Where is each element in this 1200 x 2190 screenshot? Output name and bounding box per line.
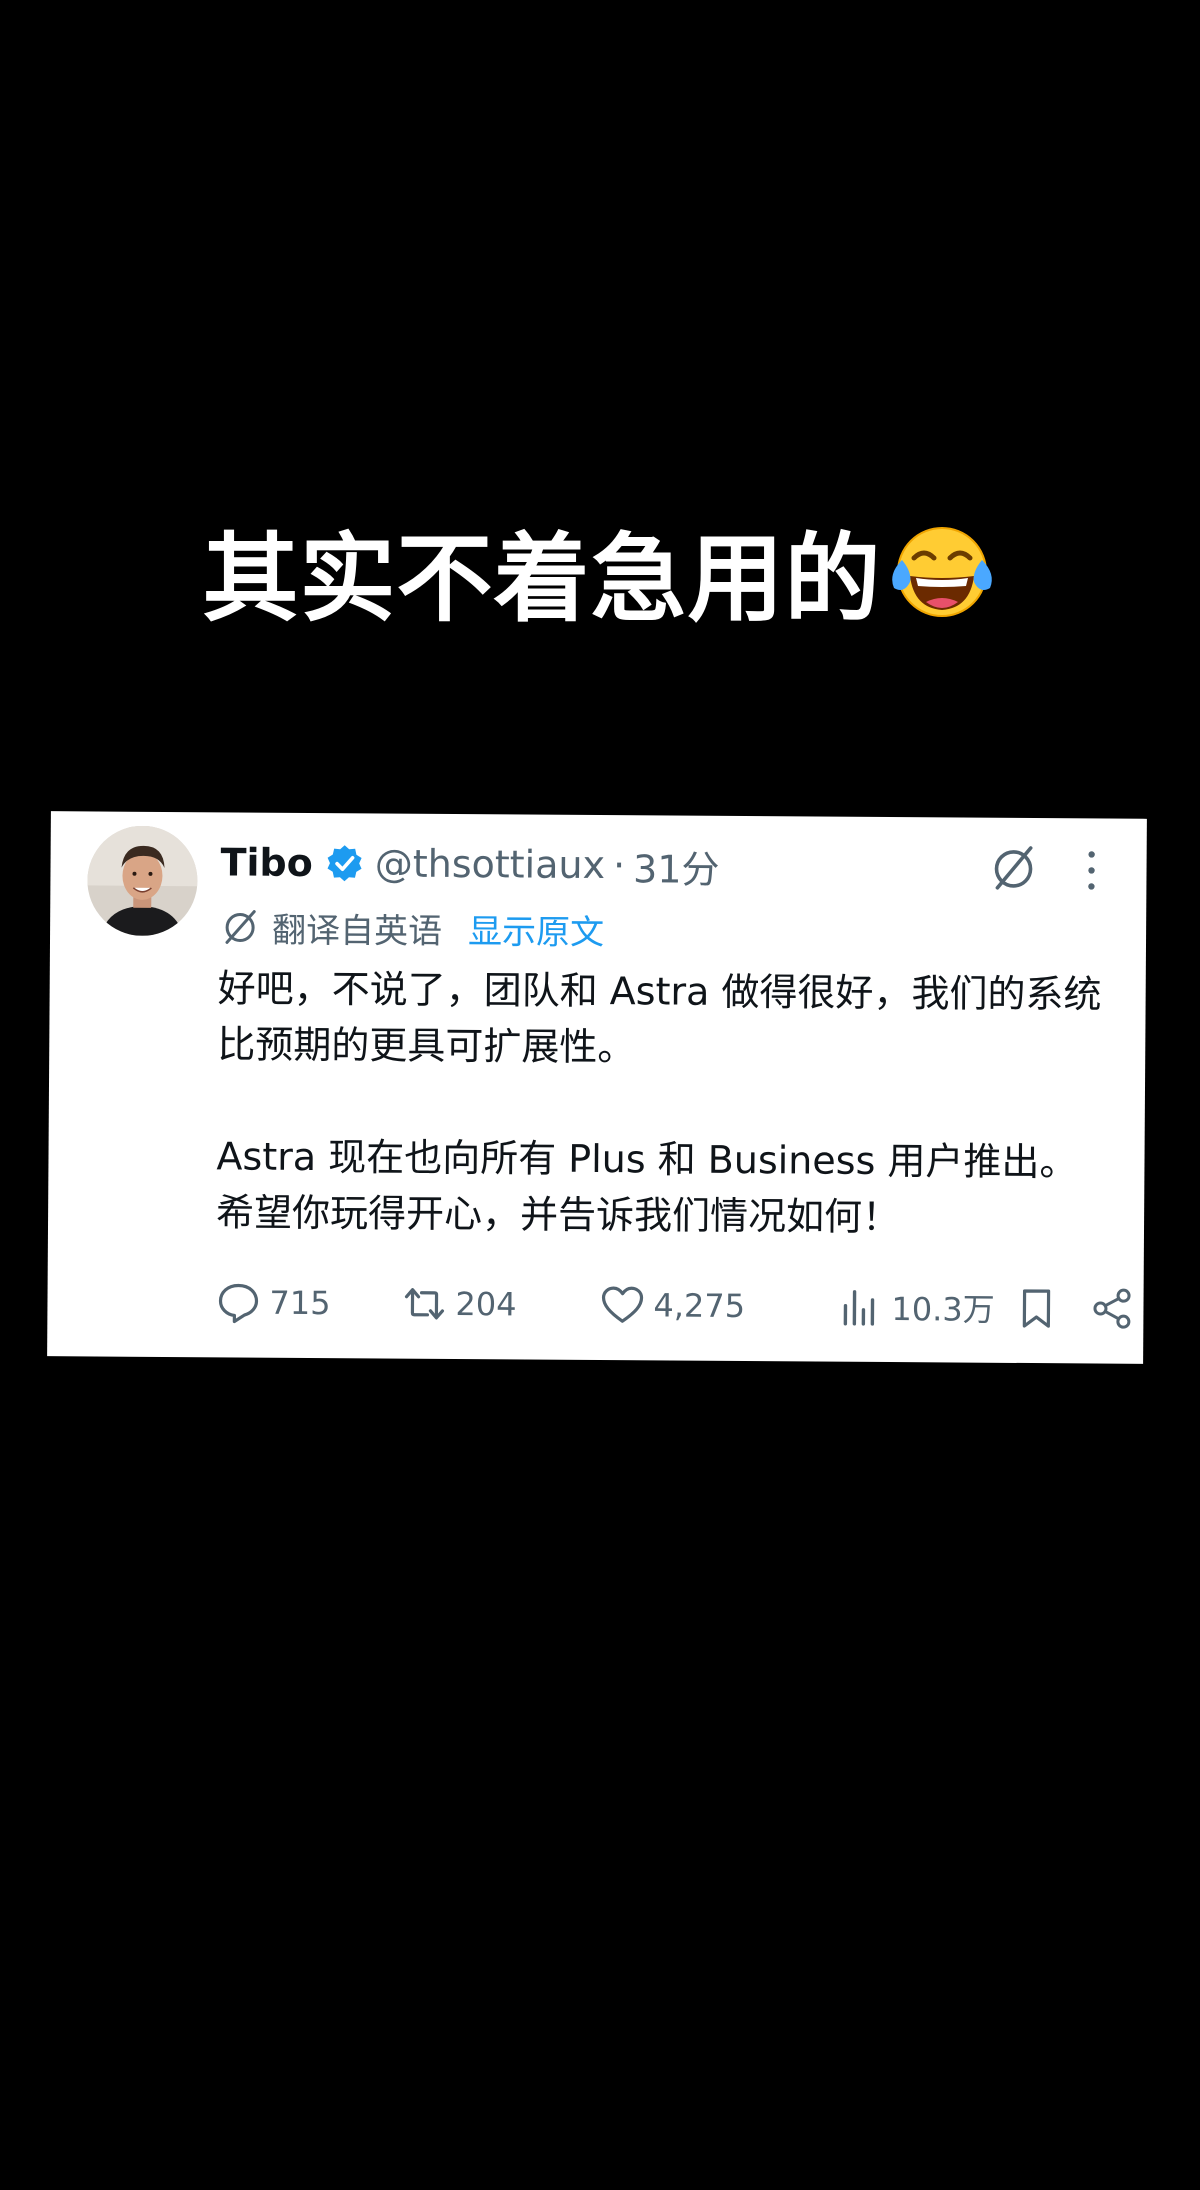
share-icon [1093, 1288, 1131, 1329]
tweet-time[interactable]: 31分 [633, 838, 720, 894]
tweet-paragraph-2: Astra 现在也向所有 Plus 和 Business 用户推出。希望你玩得开… [215, 1134, 1078, 1240]
avatar[interactable] [87, 825, 198, 937]
tweet-card: Tibo @thsottiaux · 31分 翻译自英语 显示原文 好吧，不说了… [47, 811, 1147, 1364]
reply-button[interactable]: 715 [215, 1272, 331, 1333]
face-with-tears-of-joy-icon [891, 527, 992, 617]
retweet-icon [404, 1288, 445, 1320]
tweet-paragraph-1: 好吧，不说了，团队和 Astra 做得很好，我们的系统比预期的更具可扩展性。 [217, 966, 1102, 1070]
author-name[interactable]: Tibo [220, 840, 313, 885]
views-icon [843, 1290, 875, 1326]
like-count: 4,275 [653, 1286, 746, 1326]
reply-icon [218, 1283, 259, 1324]
reply-count: 715 [269, 1283, 331, 1323]
translation-notice: 翻译自英语 显示原文 [220, 900, 604, 955]
retweet-count: 204 [455, 1285, 517, 1324]
views-count: 10.3万 [891, 1290, 995, 1329]
share-button[interactable] [1089, 1278, 1135, 1338]
retweet-button[interactable]: 204 [401, 1274, 517, 1335]
avatar-image [87, 825, 198, 937]
bookmark-icon [1022, 1289, 1051, 1328]
translate-icon [225, 910, 256, 944]
grok-icon[interactable] [987, 842, 1039, 894]
like-button[interactable]: 4,275 [599, 1275, 745, 1336]
separator-dot: · [612, 843, 626, 888]
author-handle[interactable]: @thsottiaux [375, 841, 606, 887]
views-button[interactable]: 10.3万 [837, 1277, 995, 1338]
tweet-text: 好吧，不说了，团队和 Astra 做得很好，我们的系统比预期的更具可扩展性。 A… [216, 960, 1108, 1246]
translated-label: 翻译自英语 [271, 910, 443, 952]
tweet-header: Tibo @thsottiaux · 31分 [220, 834, 719, 893]
more-vertical-icon[interactable] [1083, 848, 1099, 892]
show-original-link[interactable]: 显示原文 [468, 904, 604, 954]
verified-badge-icon [327, 845, 362, 882]
caption: 其实不着急用的 [0, 515, 1200, 635]
tweet-actions: 715 204 4,275 10.3万 [215, 1272, 1131, 1338]
caption-text: 其实不着急用的 [202, 522, 882, 635]
bookmark-button[interactable] [1013, 1278, 1059, 1338]
heart-icon [601, 1286, 644, 1323]
